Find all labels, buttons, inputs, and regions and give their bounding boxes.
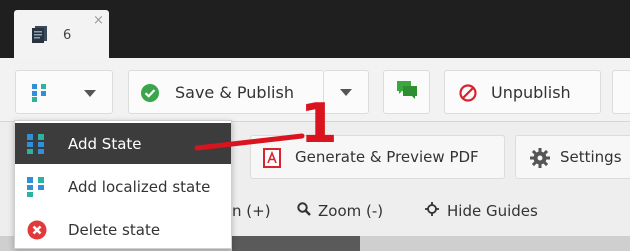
delete-circle-icon [27,220,49,240]
search-icon [297,202,311,220]
zoom-in-label: n (+) [232,202,271,220]
canvas-dark-region [232,236,360,251]
gear-icon [530,148,550,172]
menu-item-add-localized-state[interactable]: Add localized state [15,166,231,207]
states-icon [32,84,50,106]
states-dropdown-menu: Add State Add localized state Delete sta… [14,120,232,249]
chat-icon [396,81,417,103]
comments-button[interactable] [383,70,430,114]
zoom-out-label: Zoom (-) [318,202,384,220]
menu-item-label: Add localized state [68,178,211,196]
document-tab-number: 6 [63,28,72,43]
save-publish-dropdown-button[interactable] [324,70,369,114]
unpublish-button[interactable]: Unpublish [444,70,601,114]
hide-guides-button[interactable]: Hide Guides [425,202,538,220]
unpublish-label: Unpublish [491,83,571,102]
chevron-down-icon [84,90,96,97]
menu-item-label: Add State [68,135,142,153]
generate-pdf-button[interactable]: Generate & Preview PDF [250,135,505,179]
settings-label: Settings [560,148,622,166]
tab-close-icon[interactable]: × [93,13,104,28]
zoom-out-button[interactable]: Zoom (-) [297,202,383,220]
zoom-in-button[interactable]: n (+) [232,202,271,220]
crosshair-icon [425,202,439,220]
save-publish-label: Save & Publish [175,83,294,102]
states-menu-button[interactable] [15,70,113,114]
hide-guides-label: Hide Guides [447,202,538,220]
more-toolbar-button[interactable] [612,70,630,114]
menu-item-delete-state[interactable]: Delete state [15,209,231,250]
pdf-icon [263,148,281,172]
ban-icon [459,84,477,106]
document-tab[interactable]: 6 × [14,10,109,58]
menu-item-label: Delete state [68,221,161,239]
main-toolbar: Save & Publish Unpublish [0,58,630,122]
check-circle-icon [141,84,159,106]
states-icon [27,134,49,154]
save-publish-button[interactable]: Save & Publish [128,70,324,114]
settings-button[interactable]: Settings [515,135,630,179]
localized-states-icon [27,177,49,197]
chevron-down-icon [340,88,352,96]
generate-pdf-label: Generate & Preview PDF [295,148,479,166]
document-tab-bar: 6 × [0,0,630,58]
document-stack-icon [32,26,48,43]
menu-item-add-state[interactable]: Add State [15,123,231,164]
